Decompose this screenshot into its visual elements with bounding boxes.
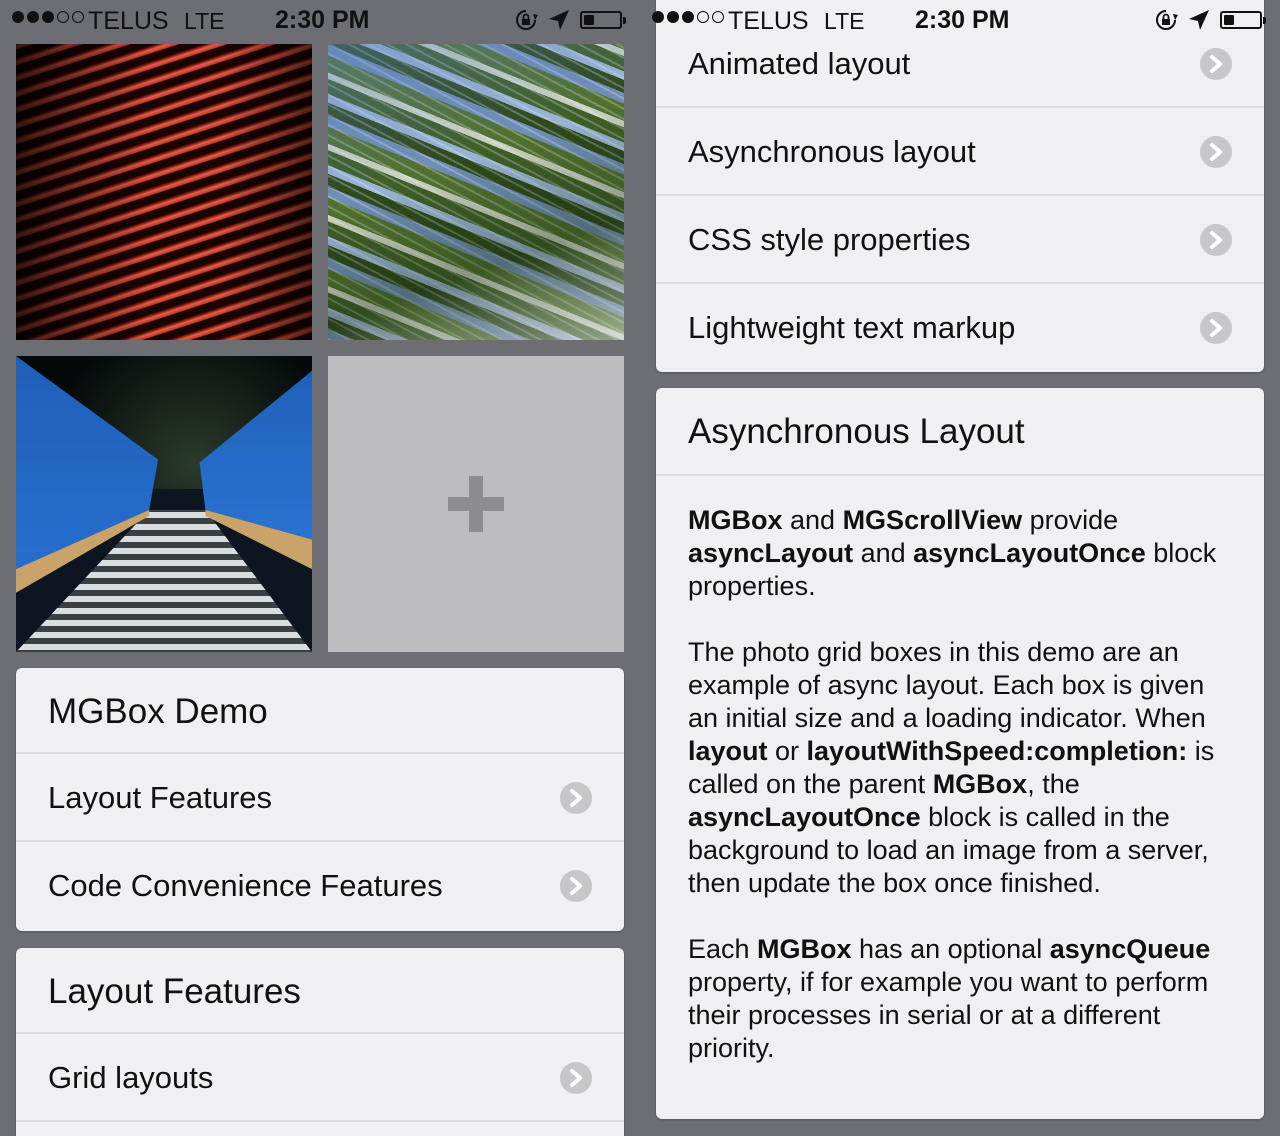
menu-row-lightweight-text-markup[interactable]: Lightweight text markup <box>656 284 1264 372</box>
text-run: and <box>782 505 843 535</box>
card-title: Layout Features <box>48 972 301 1011</box>
signal-strength-icon <box>652 11 724 23</box>
menu-row-label: CSS style properties <box>688 222 971 257</box>
network-type: LTE <box>824 8 865 34</box>
location-arrow-icon <box>1188 9 1210 36</box>
menu-row-css-style-properties[interactable]: CSS style properties <box>656 196 1264 284</box>
bold-term: asyncLayoutOnce <box>913 538 1146 568</box>
chevron-right-icon <box>1200 48 1232 80</box>
orientation-lock-icon <box>1154 8 1178 37</box>
bold-term: MGBox <box>757 934 852 964</box>
status-time: 2:30 PM <box>915 6 1010 34</box>
bold-term: MGScrollView <box>842 505 1023 535</box>
menu-row-layout-features[interactable]: Layout Features <box>16 754 624 842</box>
blurred-trees-photo[interactable] <box>328 44 624 340</box>
battery-icon <box>1220 11 1266 29</box>
layout-features-card: Layout Features Grid layouts <box>16 948 624 1136</box>
chevron-right-icon <box>560 870 592 902</box>
status-time: 2:30 PM <box>275 6 370 34</box>
menu-row-label: Grid layouts <box>48 1060 214 1095</box>
card-body: MGBox and MGScrollView provide asyncLayo… <box>656 476 1264 1065</box>
red-stripes-photo[interactable] <box>16 44 312 340</box>
bold-term: layoutWithSpeed:completion: <box>806 736 1188 766</box>
menu-row-label: Code Convenience Features <box>48 868 443 903</box>
chevron-right-icon <box>560 1062 592 1094</box>
text-run: and <box>853 538 914 568</box>
menu-row-code-convenience-features[interactable]: Code Convenience Features <box>16 842 624 930</box>
chevron-right-icon <box>1200 312 1232 344</box>
text-run: , the <box>1027 769 1080 799</box>
bold-term: MGBox <box>932 769 1028 799</box>
text-run: Each <box>688 934 758 964</box>
bold-term: asyncQueue <box>1049 934 1211 964</box>
card-header: Asynchronous Layout <box>656 388 1264 476</box>
card-title: MGBox Demo <box>48 692 268 731</box>
card-header: Layout Features <box>16 948 624 1034</box>
blue-bridge-photo[interactable] <box>16 356 312 652</box>
carrier-name: TELUS <box>88 7 169 35</box>
menu-row-label: Layout Features <box>48 780 273 815</box>
card-title: Asynchronous Layout <box>688 412 1025 451</box>
bold-term: layout <box>688 736 768 766</box>
text-run: or <box>767 736 807 766</box>
chevron-right-icon <box>1200 136 1232 168</box>
location-arrow-icon <box>548 9 570 36</box>
status-bar: TELUS LTE 2:30 PM <box>0 0 640 40</box>
menu-row-label: Lightweight text markup <box>688 310 1016 345</box>
paragraph-1: MGBox and MGScrollView provide asyncLayo… <box>688 504 1232 603</box>
features-list-card: Animated layout Asynchronous layout CSS … <box>656 0 1264 372</box>
network-type: LTE <box>184 8 225 34</box>
card-header: MGBox Demo <box>16 668 624 754</box>
paragraph-3: Each MGBox has an optional asyncQueue pr… <box>688 933 1232 1065</box>
text-run: provide <box>1022 505 1119 535</box>
menu-row-grid-layouts[interactable]: Grid layouts <box>16 1034 624 1122</box>
chevron-right-icon <box>1200 224 1232 256</box>
menu-row-label: Animated layout <box>688 46 911 81</box>
text-run: The photo grid boxes in this demo are an… <box>688 637 1206 733</box>
signal-strength-icon <box>12 11 84 23</box>
carrier-name: TELUS <box>728 7 809 35</box>
battery-icon <box>580 11 626 29</box>
menu-row-asynchronous-layout[interactable]: Asynchronous layout <box>656 108 1264 196</box>
bold-term: MGBox <box>688 505 783 535</box>
menu-row-label: Asynchronous layout <box>688 134 976 169</box>
left-screen: TELUS LTE 2:30 PM MGBox Demo Layout Feat… <box>0 0 640 1136</box>
orientation-lock-icon <box>514 8 538 37</box>
text-run: has an optional <box>851 934 1050 964</box>
bold-term: asyncLayout <box>688 538 854 568</box>
right-screen: Animated layout Asynchronous layout CSS … <box>640 0 1280 1136</box>
async-layout-card: Asynchronous Layout MGBox and MGScrollVi… <box>656 388 1264 1119</box>
demo-card: MGBox Demo Layout Features Code Convenie… <box>16 668 624 931</box>
plus-icon <box>448 476 504 532</box>
status-bar: TELUS LTE 2:30 PM <box>640 0 1280 40</box>
bold-term: asyncLayoutOnce <box>688 802 921 832</box>
text-run: property, if for example you want to per… <box>688 967 1209 1063</box>
chevron-right-icon <box>560 782 592 814</box>
paragraph-2: The photo grid boxes in this demo are an… <box>688 636 1232 900</box>
add-photo-button[interactable] <box>328 356 624 652</box>
